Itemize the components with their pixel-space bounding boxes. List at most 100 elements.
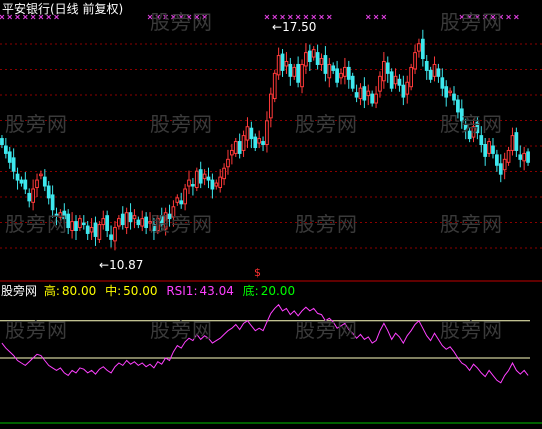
signal-cross-icon (295, 14, 301, 20)
candle (343, 57, 347, 85)
candle-body (354, 92, 359, 98)
candle-body (214, 182, 219, 187)
candle-body (385, 62, 390, 74)
candle-body (179, 200, 184, 205)
candle-body (397, 78, 402, 86)
candle-body (378, 75, 382, 92)
candle-body (366, 90, 371, 97)
candle-body (526, 151, 530, 163)
candle-body (249, 127, 254, 140)
candle-body (424, 61, 429, 71)
candle-body (7, 151, 12, 163)
candle (498, 154, 503, 183)
candle-body (498, 163, 503, 175)
candle-body (448, 90, 452, 94)
candle-body (300, 63, 304, 88)
candle-body (241, 135, 246, 151)
candle-body (93, 222, 98, 237)
watermark: 股旁网 (5, 318, 68, 342)
candle (206, 167, 211, 189)
candle (346, 60, 351, 89)
candle-body (452, 93, 456, 101)
candle (42, 169, 47, 192)
candle-body (128, 212, 133, 223)
stock-chart[interactable]: 股旁网 股旁网 股旁网 股旁网 股旁网 股旁网 股旁网 股旁网 股旁网 股旁网 … (0, 0, 542, 425)
candle (101, 210, 106, 230)
candle (245, 117, 250, 149)
watermark: 股旁网 (150, 112, 213, 136)
candle-body (304, 52, 308, 67)
candle-body (120, 213, 125, 226)
watermark: 股旁网 (440, 212, 503, 236)
candle-body (502, 158, 507, 171)
candle-body (210, 179, 215, 190)
candle (11, 148, 16, 180)
candle-body (514, 132, 519, 151)
watermark: 股旁网 (440, 10, 503, 34)
arrow-left-icon: ← (272, 20, 283, 34)
candle (510, 127, 515, 156)
signal-mark: $ (254, 266, 261, 279)
candle (296, 56, 300, 88)
candle-body (323, 55, 328, 74)
candle-body (343, 66, 347, 77)
candle-body (413, 52, 417, 70)
candle-body (346, 66, 351, 80)
candle (436, 63, 441, 83)
candle (249, 121, 254, 149)
candle-body (245, 126, 250, 141)
candle-body (226, 158, 230, 168)
candle (292, 63, 297, 80)
candle-body (194, 170, 199, 189)
candle (522, 146, 527, 171)
candle (452, 86, 456, 106)
high-price-value: 17.50 (282, 20, 317, 34)
candle-body (144, 216, 149, 229)
watermark: 股旁网 (440, 112, 503, 136)
candle (514, 127, 519, 157)
candle (214, 179, 219, 190)
candle-body (268, 93, 273, 119)
candle (319, 53, 324, 71)
candle (417, 38, 421, 58)
watermark: 股旁网 (5, 112, 68, 136)
legend-high-label: 高: (43, 284, 60, 298)
candle (93, 216, 98, 246)
candle-body (233, 141, 238, 154)
candle-body (116, 218, 121, 227)
candle (120, 206, 125, 230)
candle-body (440, 77, 445, 89)
candle (3, 137, 8, 159)
candle (27, 188, 32, 208)
candle (226, 149, 230, 175)
candle-body (518, 154, 523, 160)
candle (85, 221, 90, 240)
legend-rsi-value: 43.04 (199, 284, 234, 298)
candle-body (288, 63, 293, 77)
candle (495, 149, 499, 172)
candle (70, 212, 74, 239)
candle (116, 215, 121, 230)
candle-body (70, 221, 74, 231)
candle (420, 29, 425, 67)
candle (362, 77, 367, 109)
candle-body (319, 58, 324, 65)
candle-body (491, 145, 495, 154)
candle (124, 207, 129, 235)
candle-body (311, 49, 316, 58)
candle-body (331, 65, 336, 71)
candle (518, 145, 523, 168)
candle-body (230, 149, 234, 156)
signal-cross-icon (272, 14, 278, 20)
candle (331, 62, 336, 74)
high-price-annotation: ←17.50 (272, 20, 316, 34)
candle-body (97, 224, 102, 240)
candle-body (113, 227, 117, 242)
candle (183, 183, 187, 211)
candle (222, 163, 226, 186)
candle (350, 72, 355, 92)
candle (132, 209, 137, 229)
candle-body (296, 63, 300, 83)
candle (405, 75, 410, 104)
signal-cross-icon (311, 14, 317, 20)
